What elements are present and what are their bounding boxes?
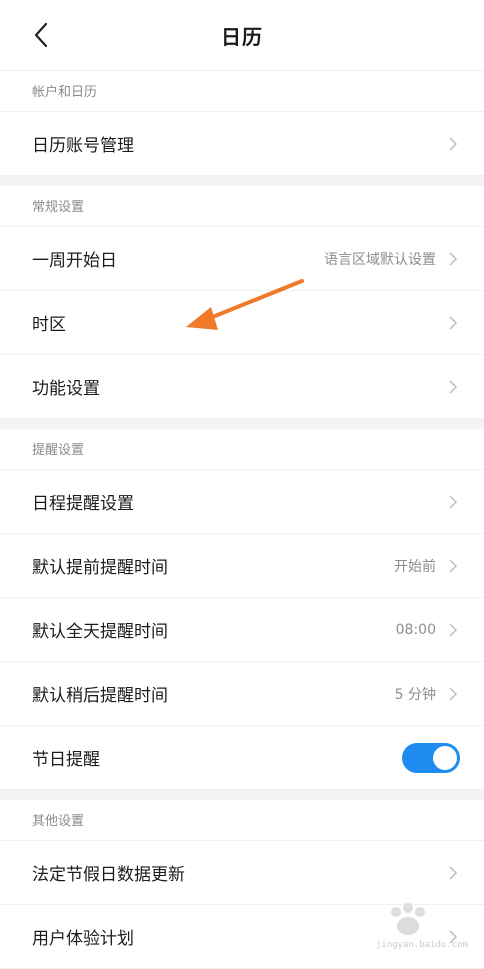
- paw-logo-icon: [391, 903, 425, 935]
- back-button[interactable]: [26, 20, 56, 50]
- row-holiday-reminder: 节日提醒: [0, 726, 484, 790]
- section-header-account: 帐户和日历: [0, 71, 484, 112]
- row-event-reminder[interactable]: 日程提醒设置: [0, 470, 484, 534]
- section-header-general: 常规设置: [0, 186, 484, 227]
- row-week-start[interactable]: 一周开始日 语言区域默认设置: [0, 227, 484, 291]
- chevron-right-icon: [446, 378, 460, 396]
- watermark: jingyan.baidu.com: [370, 902, 470, 950]
- chevron-right-icon: [446, 621, 460, 639]
- chevron-left-icon: [34, 22, 48, 48]
- row-value: 语言区域默认设置: [324, 251, 436, 268]
- chevron-right-icon: [446, 557, 460, 575]
- chevron-right-icon: [446, 314, 460, 332]
- row-label: 默认全天提醒时间: [32, 622, 168, 642]
- row-calendar-account[interactable]: 日历账号管理: [0, 112, 484, 176]
- chevron-right-icon: [446, 250, 460, 268]
- toggle-knob: [433, 745, 457, 770]
- row-label: 默认稍后提醒时间: [32, 686, 168, 706]
- chevron-right-icon: [446, 864, 460, 882]
- row-default-advance-reminder[interactable]: 默认提前提醒时间 开始前: [0, 534, 484, 598]
- row-label: 一周开始日: [32, 251, 117, 271]
- row-feature-settings[interactable]: 功能设置: [0, 355, 484, 419]
- row-label: 日程提醒设置: [32, 494, 134, 514]
- row-default-allday-reminder[interactable]: 默认全天提醒时间 08:00: [0, 598, 484, 662]
- top-bar: 日历: [0, 0, 484, 71]
- row-value: 08:00: [395, 621, 436, 638]
- watermark-text: jingyan.baidu.com: [375, 940, 468, 950]
- row-label: 功能设置: [32, 379, 100, 399]
- row-timezone[interactable]: 时区: [0, 291, 484, 355]
- section-gap: [0, 176, 484, 186]
- holiday-reminder-toggle[interactable]: [402, 742, 460, 773]
- section-gap: [0, 790, 484, 800]
- section-header-reminder: 提醒设置: [0, 429, 484, 470]
- row-holiday-data-update[interactable]: 法定节假日数据更新: [0, 841, 484, 905]
- row-value: 5 分钟: [394, 686, 436, 703]
- section-header-other: 其他设置: [0, 800, 484, 841]
- row-value: 开始前: [394, 558, 436, 575]
- chevron-right-icon: [446, 493, 460, 511]
- row-default-snooze-reminder[interactable]: 默认稍后提醒时间 5 分钟: [0, 662, 484, 726]
- chevron-right-icon: [446, 135, 460, 153]
- row-label: 时区: [32, 315, 66, 335]
- section-gap: [0, 419, 484, 429]
- chevron-right-icon: [446, 685, 460, 703]
- page-title: 日历: [221, 24, 263, 49]
- row-label: 日历账号管理: [32, 136, 134, 156]
- row-label: 节日提醒: [32, 750, 100, 770]
- row-label: 默认提前提醒时间: [32, 558, 168, 578]
- row-label: 法定节假日数据更新: [32, 865, 185, 885]
